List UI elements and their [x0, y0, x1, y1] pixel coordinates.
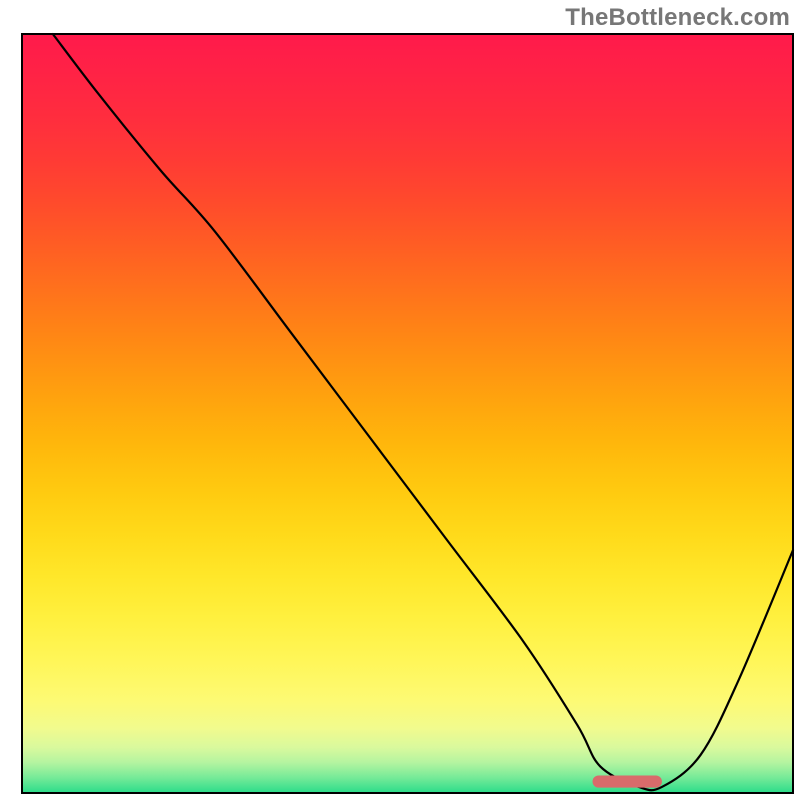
optimal-range-marker [593, 776, 662, 788]
plot-background [22, 34, 793, 793]
bottleneck-chart: TheBottleneck.com [0, 0, 800, 800]
watermark-text: TheBottleneck.com [565, 4, 790, 32]
chart-svg [0, 0, 800, 800]
